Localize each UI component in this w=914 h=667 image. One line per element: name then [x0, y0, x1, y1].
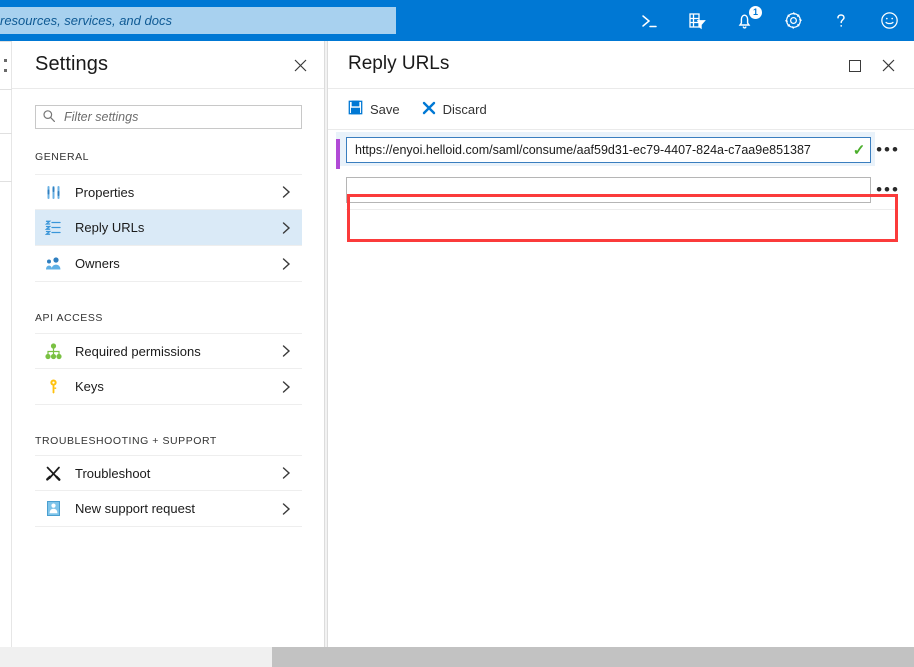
save-button[interactable]: Save	[348, 100, 400, 118]
reply-url-field-wrapper[interactable]	[346, 177, 871, 203]
tools-icon	[39, 465, 67, 482]
previous-blade-sliver[interactable]	[0, 41, 12, 647]
list-checks-icon	[39, 219, 67, 236]
chevron-right-icon	[281, 257, 292, 271]
sidebar-item-properties[interactable]: Properties	[35, 174, 302, 210]
sidebar-item-label: Reply URLs	[75, 220, 145, 235]
reply-url-field-wrapper[interactable]: https://enyoi.helloid.com/saml/consume/a…	[346, 137, 871, 163]
sliders-icon	[39, 184, 67, 201]
support-person-icon	[39, 500, 67, 517]
help-question-icon[interactable]	[828, 8, 854, 34]
notification-badge: 1	[749, 5, 762, 19]
maximize-icon	[849, 60, 861, 72]
portal-stage: Settings GENERAL	[0, 41, 914, 667]
save-label: Save	[370, 101, 400, 117]
reply-url-input[interactable]: https://enyoi.helloid.com/saml/consume/a…	[347, 143, 848, 157]
valid-check-icon: ✓	[852, 142, 866, 159]
global-search-input[interactable]	[0, 7, 396, 34]
group-header-troubleshooting-support: TROUBLESHOOTING + SUPPORT	[35, 435, 217, 447]
reply-urls-toolbar: Save Discard	[328, 89, 914, 130]
sidebar-item-reply-urls[interactable]: Reply URLs	[35, 210, 302, 246]
row-divider	[346, 209, 897, 210]
discard-label: Discard	[442, 101, 487, 117]
row-context-menu-button[interactable]: •••	[871, 180, 905, 200]
reply-urls-header: Reply URLs	[328, 41, 914, 89]
horizontal-scrollbar[interactable]	[0, 647, 914, 667]
chevron-right-icon	[281, 466, 292, 480]
chevron-right-icon	[281, 185, 292, 199]
settings-blade: Settings GENERAL	[12, 41, 325, 647]
sidebar-item-label: Owners	[75, 256, 120, 271]
sidebar-item-label: Troubleshoot	[75, 465, 151, 481]
settings-header: Settings	[12, 41, 324, 89]
chevron-right-icon	[281, 380, 292, 394]
sidebar-item-new-support-request[interactable]: New support request	[35, 491, 302, 527]
people-icon	[39, 255, 67, 272]
sidebar-item-troubleshoot[interactable]: Troubleshoot	[35, 455, 302, 491]
discard-button[interactable]: Discard	[422, 101, 487, 118]
settings-close-button[interactable]	[288, 53, 312, 77]
sidebar-item-label: Required permissions	[75, 343, 201, 359]
chevron-right-icon	[281, 502, 292, 516]
sidebar-item-label: Keys	[75, 379, 104, 394]
horizontal-scrollbar-thumb[interactable]	[272, 647, 914, 667]
sidebar-item-label: New support request	[75, 501, 195, 516]
save-icon	[348, 100, 363, 118]
key-icon	[39, 378, 67, 395]
notifications-bell-icon[interactable]: 1	[732, 5, 762, 34]
sidebar-item-owners[interactable]: Owners	[35, 246, 302, 282]
row-accent-bar	[336, 139, 340, 169]
maximize-button[interactable]	[844, 55, 866, 77]
directory-filter-icon[interactable]	[684, 8, 710, 34]
sidebar-item-label: Properties	[75, 184, 135, 200]
settings-title: Settings	[35, 53, 109, 75]
global-command-bar: 1	[0, 0, 914, 41]
command-bar-icons: 1	[636, 0, 902, 41]
reply-url-row: •••	[328, 170, 914, 210]
page-title: Reply URLs	[348, 53, 450, 74]
hierarchy-icon	[39, 342, 67, 360]
reply-urls-blade: Reply URLs Save Discard https://enyoi.he…	[327, 41, 914, 647]
row-context-menu-button[interactable]: •••	[871, 140, 905, 160]
group-header-api-access: API ACCESS	[35, 312, 103, 324]
cloud-shell-icon[interactable]	[636, 8, 662, 34]
settings-filter-input[interactable]	[35, 105, 302, 129]
close-button[interactable]	[876, 53, 900, 77]
feedback-smiley-icon[interactable]	[876, 8, 902, 34]
settings-gear-icon[interactable]	[780, 8, 806, 34]
settings-filter	[35, 105, 302, 129]
discard-icon	[422, 101, 436, 118]
reply-url-row: https://enyoi.helloid.com/saml/consume/a…	[328, 130, 914, 170]
sidebar-item-keys[interactable]: Keys	[35, 369, 302, 405]
group-header-general: GENERAL	[35, 151, 90, 163]
chevron-right-icon	[281, 221, 292, 235]
reply-url-list: https://enyoi.helloid.com/saml/consume/a…	[328, 130, 914, 210]
chevron-right-icon	[281, 344, 292, 358]
sidebar-item-required-permissions[interactable]: Required permissions	[35, 333, 302, 369]
